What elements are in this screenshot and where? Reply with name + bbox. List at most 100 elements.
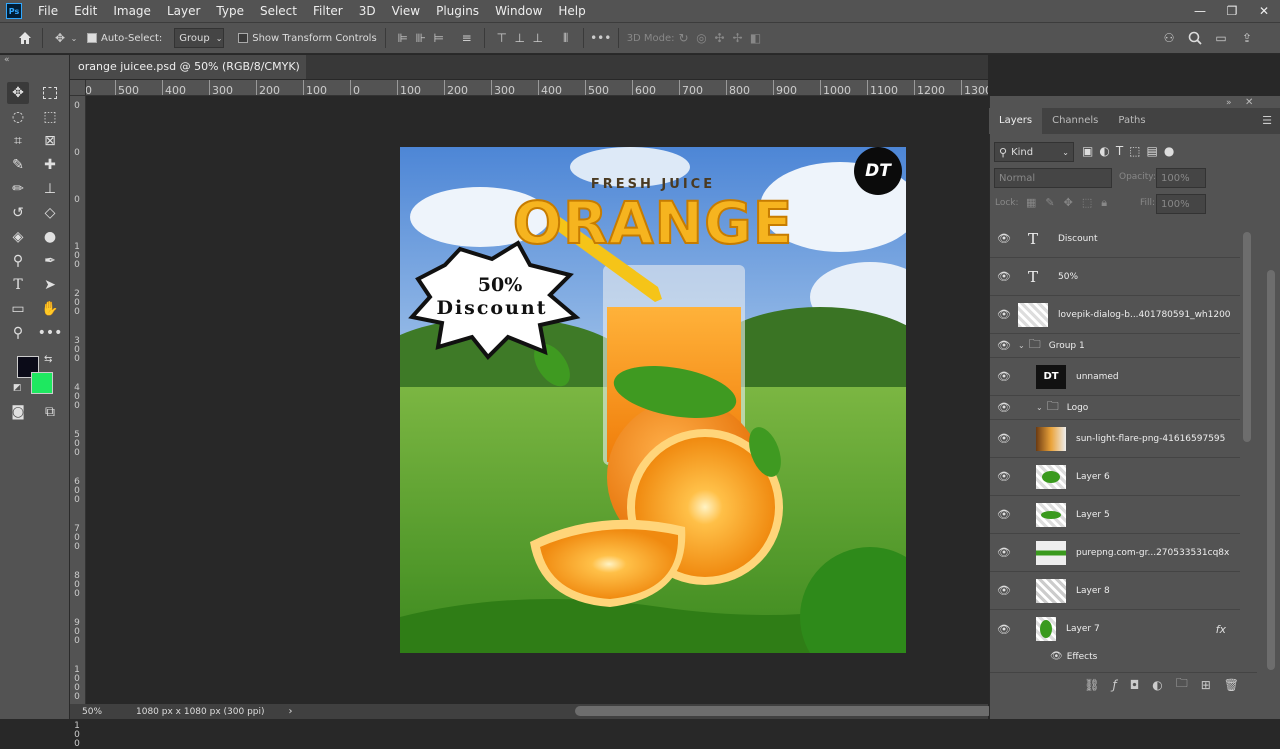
collapse-panel-icon[interactable]: « <box>4 55 10 65</box>
layer-row-layer-6[interactable]: 👁︎ Layer 6 <box>990 458 1240 496</box>
zoom-level[interactable]: 50% <box>82 707 132 717</box>
3d-slide-icon[interactable]: ✢ <box>729 29 747 47</box>
distribute-icon[interactable]: ≡ <box>458 29 476 47</box>
expand-chevron-icon[interactable]: ⌄ <box>1018 341 1025 350</box>
lock-pixels-icon[interactable]: ✎ <box>1045 196 1054 210</box>
status-arrow-icon[interactable]: › <box>289 706 293 717</box>
swap-colors-icon[interactable]: ⇆ <box>44 354 52 365</box>
menu-file[interactable]: File <box>30 0 66 22</box>
menu-image[interactable]: Image <box>105 0 159 22</box>
layer-row-lovepik-dialog[interactable]: 👁︎ lovepik-dialog-b...401780591_wh1200 <box>990 296 1240 334</box>
pen-tool-icon[interactable]: ✒ <box>39 250 61 272</box>
layer-row-50-percent[interactable]: 👁︎ T 50% <box>990 258 1240 296</box>
dock-scrollbar-thumb[interactable] <box>1267 270 1275 670</box>
3d-pan-icon[interactable]: ✣ <box>711 29 729 47</box>
stamp-tool-icon[interactable]: ⊥ <box>39 178 61 200</box>
menu-help[interactable]: Help <box>550 0 593 22</box>
quick-mask-icon[interactable]: ◙ <box>7 401 29 423</box>
share-upload-icon[interactable]: ⇪ <box>1238 29 1256 47</box>
add-style-icon[interactable]: ƒ <box>1112 678 1116 692</box>
layer-row-layer-7[interactable]: 👁︎ Layer 7 fx <box>990 610 1240 648</box>
screen-mode-icon[interactable]: ⧉ <box>39 401 61 423</box>
filter-smart-object-icon[interactable]: ▤ <box>1147 144 1158 158</box>
opacity-field[interactable]: 100% <box>1156 168 1206 188</box>
align-right-icon[interactable]: ⊨ <box>430 29 448 47</box>
more-options-icon[interactable]: ••• <box>590 29 611 47</box>
visibility-eye-icon[interactable]: 👁︎ <box>990 370 1018 383</box>
default-colors-icon[interactable]: ◩ <box>13 383 22 393</box>
menu-filter[interactable]: Filter <box>305 0 351 22</box>
blur-tool-icon[interactable]: ● <box>39 226 61 248</box>
filter-adjustment-icon[interactable]: ◐ <box>1099 144 1109 158</box>
marquee-tool-icon[interactable] <box>39 82 61 104</box>
filter-kind-dropdown[interactable]: ⚲ Kind ⌄ <box>994 142 1074 162</box>
layer-row-discount[interactable]: 👁︎ T Discount <box>990 220 1240 258</box>
distribute-v-icon[interactable]: ⦀ <box>557 29 575 47</box>
move-tool-icon[interactable]: ✥ <box>7 82 29 104</box>
menu-view[interactable]: View <box>384 0 428 22</box>
healing-brush-icon[interactable]: ✚ <box>39 154 61 176</box>
visibility-eye-icon[interactable]: 👁︎ <box>990 401 1018 414</box>
layer-row-purepng-grass[interactable]: 👁︎ purepng.com-gr...270533531cq8x <box>990 534 1240 572</box>
brush-tool-icon[interactable]: ✏ <box>7 178 29 200</box>
lock-all-icon[interactable]: 🔒︎ <box>1101 196 1107 210</box>
background-color-swatch[interactable] <box>31 372 53 394</box>
visibility-eye-icon[interactable]: 👁︎ <box>990 432 1018 445</box>
lasso-tool-icon[interactable]: ◌ <box>7 106 29 128</box>
document-size[interactable]: 1080 px x 1080 px (300 ppi) <box>136 707 265 717</box>
menu-3d[interactable]: 3D <box>351 0 384 22</box>
menu-type[interactable]: Type <box>208 0 252 22</box>
dodge-tool-icon[interactable]: ⚲ <box>7 250 29 272</box>
new-group-icon[interactable]: 🗀︎ <box>1176 674 1188 695</box>
3d-orbit-icon[interactable]: ↻ <box>675 29 693 47</box>
history-brush-icon[interactable]: ↺ <box>7 202 29 224</box>
layer-row-layer-5[interactable]: 👁︎ Layer 5 <box>990 496 1240 534</box>
visibility-eye-icon[interactable]: 👁︎ <box>990 339 1018 352</box>
lock-position-icon[interactable]: ✥ <box>1064 196 1073 210</box>
new-layer-icon[interactable]: ⊞ <box>1201 678 1211 692</box>
3d-camera-icon[interactable]: ◧ <box>747 29 765 47</box>
ruler-origin[interactable] <box>70 80 86 96</box>
fx-icon[interactable]: fx <box>1216 623 1226 636</box>
expand-chevron-icon[interactable]: ⌄ <box>1036 403 1043 412</box>
panel-menu-icon[interactable]: ☰ <box>1262 108 1272 134</box>
link-layers-icon[interactable]: ⛓︎ <box>1084 678 1099 692</box>
adjustment-layer-icon[interactable]: ◐ <box>1152 678 1162 692</box>
visibility-eye-icon[interactable]: 👁︎ <box>990 546 1018 559</box>
horizontal-scrollbar[interactable] <box>575 706 993 716</box>
path-select-icon[interactable]: ➤ <box>39 274 61 296</box>
menu-plugins[interactable]: Plugins <box>428 0 487 22</box>
object-select-icon[interactable]: ⬚ <box>39 106 61 128</box>
eraser-tool-icon[interactable]: ◇ <box>39 202 61 224</box>
menu-edit[interactable]: Edit <box>66 0 105 22</box>
blend-mode-dropdown[interactable]: Normal <box>994 168 1112 188</box>
workspace-icon[interactable]: ▭ <box>1212 29 1230 47</box>
restore-button[interactable]: ❐ <box>1216 0 1248 22</box>
visibility-eye-icon[interactable]: 👁︎ <box>990 584 1018 597</box>
filter-type-icon[interactable]: T <box>1116 144 1123 158</box>
visibility-eye-icon[interactable]: 👁︎ <box>990 308 1018 321</box>
layer-row-sun-flare[interactable]: 👁︎ sun-light-flare-png-41616597595 <box>990 420 1240 458</box>
tab-paths[interactable]: Paths <box>1108 108 1155 134</box>
zoom-tool-icon[interactable]: ⚲ <box>7 322 29 344</box>
filter-toggle-icon[interactable]: ● <box>1164 144 1174 158</box>
minimize-button[interactable]: — <box>1184 0 1216 22</box>
fill-field[interactable]: 100% <box>1156 194 1206 214</box>
align-middle-v-icon[interactable]: ⊥ <box>511 29 529 47</box>
filter-shape-icon[interactable]: ⬚ <box>1129 144 1140 158</box>
tab-channels[interactable]: Channels <box>1042 108 1108 134</box>
3d-roll-icon[interactable]: ◎ <box>693 29 711 47</box>
crop-tool-icon[interactable]: ⌗ <box>7 130 29 152</box>
layer-row-layer-8[interactable]: 👁︎ Layer 8 <box>990 572 1240 610</box>
visibility-eye-icon[interactable]: 👁︎ <box>990 232 1018 245</box>
frame-tool-icon[interactable]: ⊠ <box>39 130 61 152</box>
align-center-h-icon[interactable]: ⊪ <box>412 29 430 47</box>
lock-transparent-icon[interactable]: ▦ <box>1026 196 1036 210</box>
home-icon[interactable] <box>16 29 34 47</box>
layer-row-unnamed[interactable]: 👁︎ DT unnamed <box>990 358 1240 396</box>
visibility-eye-icon[interactable]: 👁︎ <box>990 270 1018 283</box>
visibility-eye-icon[interactable]: 👁︎ <box>990 508 1018 521</box>
collapse-dock-icon[interactable]: » <box>1226 98 1232 108</box>
menu-window[interactable]: Window <box>487 0 550 22</box>
search-icon[interactable] <box>1186 29 1204 47</box>
